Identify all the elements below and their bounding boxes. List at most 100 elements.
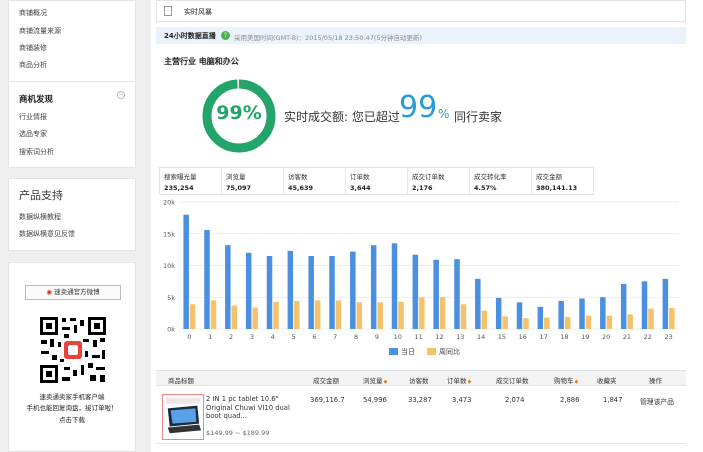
page: 商铺概况 商铺流量来源 商铺装修 商品分析 商机发现 − 行业情报 选品专家 搜… <box>0 0 703 452</box>
x-tick-label: 13 <box>456 333 464 341</box>
bar-today <box>204 229 210 329</box>
stat-label: 浏览量 <box>226 173 246 181</box>
stat-pageviews: 浏览量 75,097 <box>222 168 284 194</box>
divider <box>9 81 135 82</box>
stat-conversion: 成交转化率 4.57% <box>470 168 532 194</box>
live-label: 24小时数据直播 <box>164 32 216 40</box>
bar-last-week <box>460 304 467 329</box>
bar-last-week <box>564 316 571 329</box>
bar-last-week <box>189 304 196 329</box>
collapse-icon[interactable]: − <box>117 91 125 99</box>
support-link-feedback[interactable]: 数据纵横意见反馈 <box>19 229 75 239</box>
sort-icon[interactable]: ◆ <box>384 379 388 385</box>
stat-paid-orders: 成交订单数 2,176 <box>408 168 470 194</box>
help-icon[interactable]: ? <box>221 31 230 40</box>
weibo-icon: ◉ <box>46 288 53 296</box>
qr-caption-line2: 手机也能回复询盘，接订单啦！ <box>26 404 118 412</box>
support-title: 产品支持 <box>19 189 63 202</box>
timezone-note: 采用美国时间(GMT-8)：2015/05/18 23:50:47(5分钟自动更… <box>234 33 423 42</box>
download-link[interactable]: 点击下载 <box>9 414 135 424</box>
bar-last-week <box>627 314 633 329</box>
qr-caption-line1: 速卖通卖家手机客户端 <box>39 393 105 401</box>
bar-last-week <box>439 297 446 329</box>
bar-today <box>266 255 273 329</box>
col-orders[interactable]: 订单数◆ <box>447 375 471 385</box>
bar-last-week <box>669 308 675 329</box>
bar-today <box>641 281 648 329</box>
support-card: 产品支持 数据纵横教程 数据纵横意见反馈 <box>8 178 136 251</box>
sidebar-item-product-analysis[interactable]: 商品分析 <box>19 60 47 70</box>
x-tick-label: 9 <box>375 333 379 341</box>
stat-label: 订单数 <box>350 173 370 181</box>
x-tick-label: 18 <box>560 333 568 341</box>
stat-orders: 订单数 3,644 <box>346 168 408 194</box>
col-views-label: 浏览量 <box>363 377 383 385</box>
x-tick-label: 0 <box>187 333 191 341</box>
bar-last-week <box>314 300 321 329</box>
stat-value: 45,639 <box>288 184 314 192</box>
col-favorites[interactable]: 收藏夹 <box>597 375 617 385</box>
manage-product-link[interactable]: 管理该产品 <box>640 396 674 406</box>
x-tick-label: 14 <box>477 333 485 341</box>
bar-today <box>558 301 564 329</box>
col-paid-orders[interactable]: 成交订单数 <box>496 375 529 385</box>
bar-last-week <box>523 318 529 329</box>
x-tick-label: 17 <box>539 333 547 341</box>
cell-amount: 369,116.7 <box>310 396 345 404</box>
weibo-button[interactable]: ◉ 速卖通官方微博 <box>25 285 121 300</box>
x-tick-label: 15 <box>498 333 506 341</box>
main-panel: 实时风暴 24小时数据直播 ? 采用美国时间(GMT-8)：2015/05/18… <box>151 0 703 452</box>
summary-text: 实时成交额: 您已超过 <box>284 110 400 124</box>
col-visitors[interactable]: 访客数 <box>409 375 429 385</box>
bar-today <box>412 254 419 329</box>
sidebar-item-industry-intel[interactable]: 行业情报 <box>19 112 47 122</box>
product-title-link[interactable]: 2 IN 1 pc tablet 10.6" Original Chuwi VI… <box>206 395 294 421</box>
sidebar-item-keyword-analysis[interactable]: 搜索词分析 <box>19 147 54 157</box>
hourly-bar-chart: 0k5k10k15k20k0 1 2 3 4 5 6 7 8 9 10 11 12 13 14 15 16 17 1… <box>163 199 679 356</box>
x-tick-label: 3 <box>250 333 254 341</box>
cell-visitors: 33,287 <box>408 396 432 404</box>
y-tick-label: 0k <box>167 326 175 334</box>
cell-cart: 2,886 <box>560 396 580 404</box>
sidebar: 商铺概况 商铺流量来源 商铺装修 商品分析 商机发现 − 行业情报 选品专家 搜… <box>0 0 145 452</box>
product-thumbnail[interactable] <box>162 394 204 440</box>
col-cart[interactable]: 购物车◆ <box>554 375 578 385</box>
legend-swatch <box>389 348 398 355</box>
section-header: 实时风暴 <box>156 0 686 22</box>
sidebar-store-card: 商铺概况 商铺流量来源 商铺装修 商品分析 商机发现 − 行业情报 选品专家 搜… <box>8 0 136 168</box>
x-tick-label: 8 <box>354 333 358 341</box>
bar-today <box>537 306 544 329</box>
promo-card: ◉ 速卖通官方微博 速卖通卖家手机客户端 手机也能回复询盘，接订单啦！ 点击下载 <box>8 262 136 452</box>
sort-icon[interactable]: ◆ <box>468 379 472 385</box>
sidebar-item-store-decoration[interactable]: 商铺装修 <box>19 43 47 53</box>
stat-value: 380,141.13 <box>536 184 578 192</box>
stat-label: 成交金额 <box>536 173 562 181</box>
sidebar-item-store-overview[interactable]: 商铺概况 <box>19 8 47 18</box>
legend-label: 周同比 <box>439 347 460 356</box>
x-tick-label: 16 <box>519 333 527 341</box>
x-tick-label: 6 <box>312 333 316 341</box>
sidebar-item-product-expert[interactable]: 选品专家 <box>19 129 47 139</box>
bar-today <box>183 214 189 329</box>
table-row: 2 IN 1 pc tablet 10.6" Original Chuwi VI… <box>156 386 686 444</box>
percent-sign: % <box>438 107 450 121</box>
bar-today <box>308 255 314 329</box>
x-tick-label: 1 <box>208 333 212 341</box>
col-amount[interactable]: 成交金额 <box>313 375 339 385</box>
stat-revenue: 成交金额 380,141.13 <box>532 168 593 194</box>
stat-value: 75,097 <box>226 184 252 192</box>
sort-icon[interactable]: ◆ <box>575 379 579 385</box>
qr-code[interactable] <box>38 315 108 385</box>
sidebar-item-traffic-source[interactable]: 商铺流量来源 <box>19 26 61 36</box>
section-title: 实时风暴 <box>184 8 212 16</box>
cell-orders: 3,473 <box>452 396 472 404</box>
x-tick-label: 4 <box>271 333 275 341</box>
x-tick-label: 19 <box>581 333 589 341</box>
bar-today <box>287 250 294 329</box>
support-link-tutorial[interactable]: 数据纵横教程 <box>19 212 61 222</box>
col-views[interactable]: 浏览量◆ <box>363 375 387 385</box>
weibo-label: 速卖通官方微博 <box>54 288 100 296</box>
bar-today <box>620 283 627 329</box>
stats-strip: 搜索曝光量 235,254 浏览量 75,097 访客数 45,639 订单数 3,64… <box>159 167 594 195</box>
summary-tail: 同行卖家 <box>454 110 503 124</box>
